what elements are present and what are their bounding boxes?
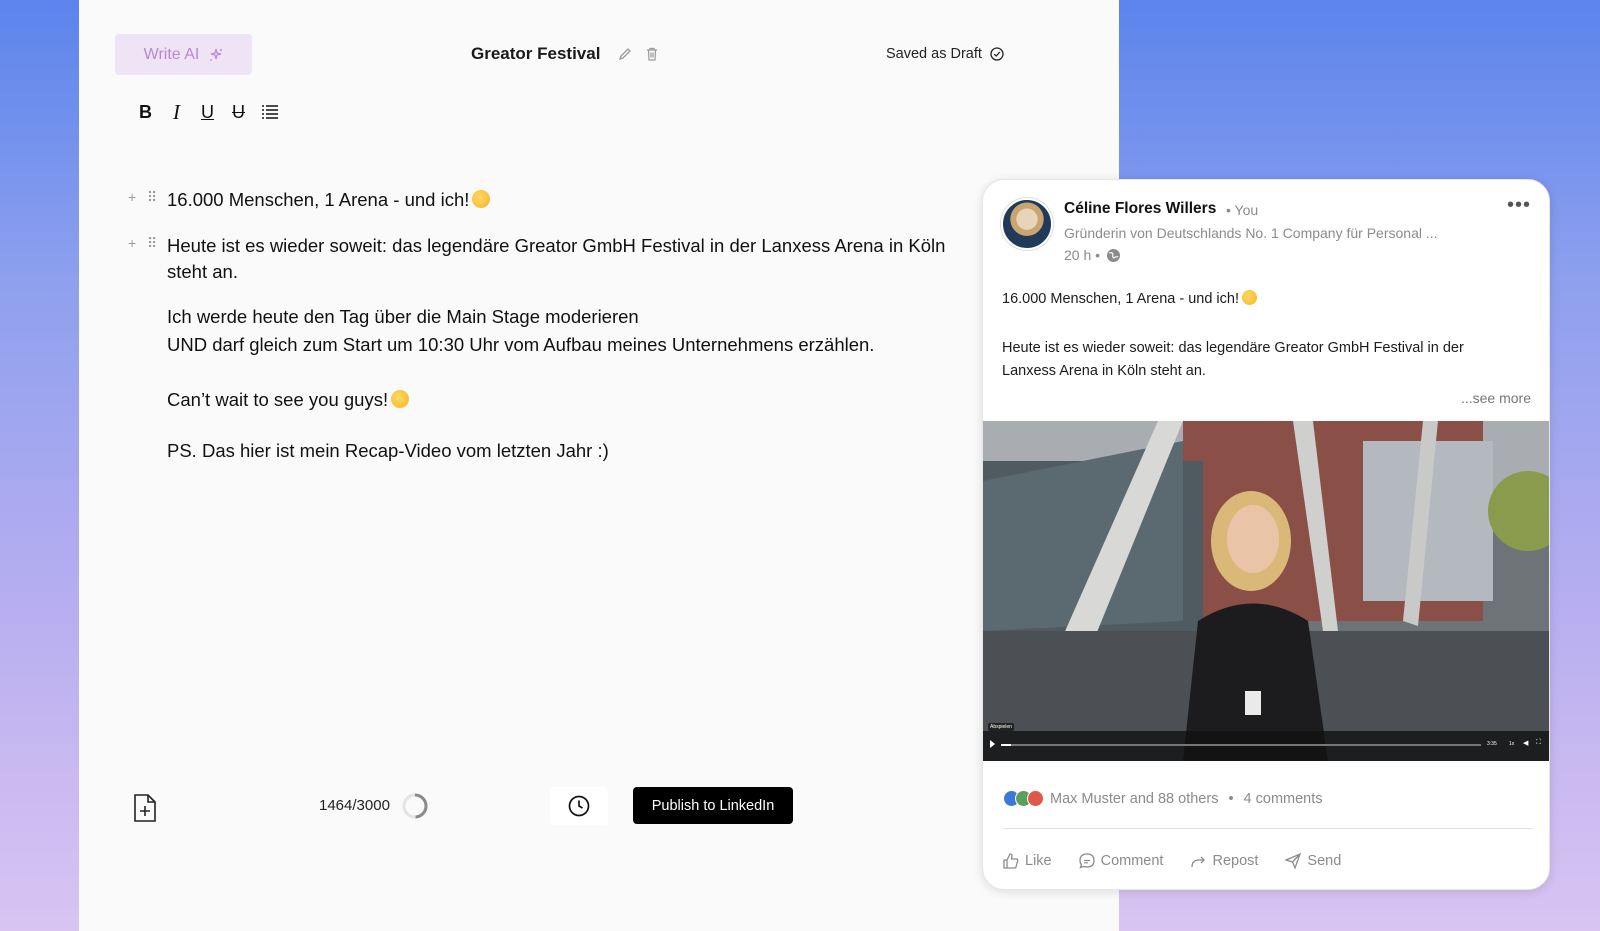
paragraph-4-text: Can’t wait to see you guys! <box>167 389 389 410</box>
reactions-text: Max Muster and 88 others <box>1050 790 1219 807</box>
send-icon <box>1284 852 1302 870</box>
add-block-icon[interactable]: + <box>128 189 136 205</box>
pencil-icon[interactable] <box>617 46 633 62</box>
save-status: Saved as Draft <box>886 46 1004 62</box>
post-actions: Like Comment Repost Send <box>1002 852 1341 870</box>
comments-count[interactable]: 4 comments <box>1244 791 1323 807</box>
post-line-1: 16.000 Menschen, 1 Arena - und ich! <box>1002 288 1522 311</box>
comment-label: Comment <box>1100 853 1164 869</box>
volume-icon[interactable]: ◀ <box>1523 739 1528 747</box>
paragraph-2[interactable]: Heute ist es wieder soweit: das legendär… <box>167 233 945 285</box>
comment-action[interactable]: Comment <box>1078 852 1164 870</box>
video-player[interactable]: Abspielen 3:35 1x ◀ ⛶ <box>983 421 1549 761</box>
party-emoji-icon <box>472 190 491 208</box>
add-document-icon[interactable] <box>132 793 158 823</box>
paragraph-3-line-1: Ich werde heute den Tag über die Main St… <box>167 306 639 327</box>
author-name: Céline Flores Willers <box>1064 200 1217 217</box>
strikethrough-button[interactable]: U <box>229 100 248 124</box>
post-paragraph-2-line-2: Lanxess Arena in Köln steht an. <box>1002 363 1206 379</box>
write-ai-label: Write AI <box>143 45 200 63</box>
post-line-1-text: 16.000 Menschen, 1 Arena - und ich! <box>1002 291 1239 307</box>
schedule-button[interactable] <box>550 787 608 825</box>
editor-panel: Write AI Greator Festival Saved as Draft… <box>79 0 1119 931</box>
bold-button[interactable]: B <box>136 100 155 124</box>
send-action[interactable]: Send <box>1284 852 1341 870</box>
avatar <box>1001 198 1053 250</box>
author-headline: Gründerin von Deutschlands No. 1 Company… <box>1064 225 1438 241</box>
paragraph-5[interactable]: PS. Das hier ist mein Recap-Video vom le… <box>167 438 609 464</box>
document-title: Greator Festival <box>471 44 601 63</box>
post-time-label: 20 h • <box>1064 247 1101 263</box>
post-paragraph-2-line-1: Heute ist es wieder soweit: das legendär… <box>1002 340 1464 356</box>
write-ai-button[interactable]: Write AI <box>115 34 252 75</box>
clock-icon <box>568 795 590 817</box>
repost-icon <box>1191 856 1206 868</box>
underline-button[interactable]: U <box>198 100 217 124</box>
paragraph-3[interactable]: Ich werde heute den Tag über die Main St… <box>167 303 874 359</box>
save-status-label: Saved as Draft <box>886 46 982 62</box>
video-time: 3:35 <box>1487 741 1497 747</box>
add-block-icon[interactable]: + <box>128 235 136 251</box>
repost-label: Repost <box>1212 853 1259 869</box>
paragraph-5-text: PS. Das hier ist mein Recap-Video vom le… <box>167 440 609 461</box>
paragraph-4[interactable]: Can’t wait to see you guys! <box>167 387 410 413</box>
like-label: Like <box>1025 853 1052 869</box>
check-circle-icon <box>990 47 1004 61</box>
sparkle-icon <box>210 48 223 61</box>
trash-icon[interactable] <box>644 46 660 62</box>
paragraph-1[interactable]: 16.000 Menschen, 1 Arena - und ich! <box>167 187 491 213</box>
publish-button[interactable]: Publish to LinkedIn <box>633 787 793 824</box>
reactions-summary[interactable]: Max Muster and 88 others • 4 comments <box>1003 790 1323 807</box>
video-caption: Abspielen <box>988 723 1014 731</box>
progress-ring-icon <box>402 793 428 819</box>
like-action[interactable]: Like <box>1002 852 1052 870</box>
format-toolbar: B I U U <box>136 100 279 124</box>
thumbs-up-icon <box>1003 853 1019 869</box>
drag-handle-icon[interactable]: ⠿ <box>147 189 157 206</box>
post-paragraph-2: Heute ist es wieder soweit: das legendär… <box>1002 337 1522 383</box>
party-emoji-icon <box>1242 290 1257 305</box>
paragraph-2-line-2: steht an. <box>167 261 238 282</box>
italic-button[interactable]: I <box>167 100 186 124</box>
love-reaction-icon <box>1027 790 1044 807</box>
divider <box>1003 828 1533 829</box>
star-struck-emoji-icon <box>391 390 410 408</box>
linkedin-preview-card: Céline Flores Willers • You Gründerin vo… <box>982 179 1550 890</box>
character-counter: 1464/3000 <box>319 797 390 814</box>
paragraph-1-text: 16.000 Menschen, 1 Arena - und ich! <box>167 189 470 210</box>
comment-icon <box>1078 853 1095 869</box>
paragraph-2-line-1: Heute ist es wieder soweit: das legendär… <box>167 235 946 256</box>
fullscreen-icon[interactable]: ⛶ <box>1536 739 1541 747</box>
send-label: Send <box>1307 853 1342 869</box>
see-more-link[interactable]: ...see more <box>1461 390 1531 406</box>
you-badge: • You <box>1226 202 1259 218</box>
more-options-icon[interactable]: ••• <box>1507 194 1531 217</box>
repost-action[interactable]: Repost <box>1189 852 1258 870</box>
globe-icon <box>1107 248 1121 262</box>
video-thumbnail <box>983 421 1549 761</box>
list-icon <box>261 105 278 119</box>
paragraph-3-line-2: UND darf gleich zum Start um 10:30 Uhr v… <box>167 334 875 355</box>
post-time: 20 h • <box>1064 247 1121 263</box>
list-button[interactable] <box>260 100 279 124</box>
drag-handle-icon[interactable]: ⠿ <box>147 235 157 252</box>
video-speed-button[interactable]: 1x <box>1509 741 1514 747</box>
